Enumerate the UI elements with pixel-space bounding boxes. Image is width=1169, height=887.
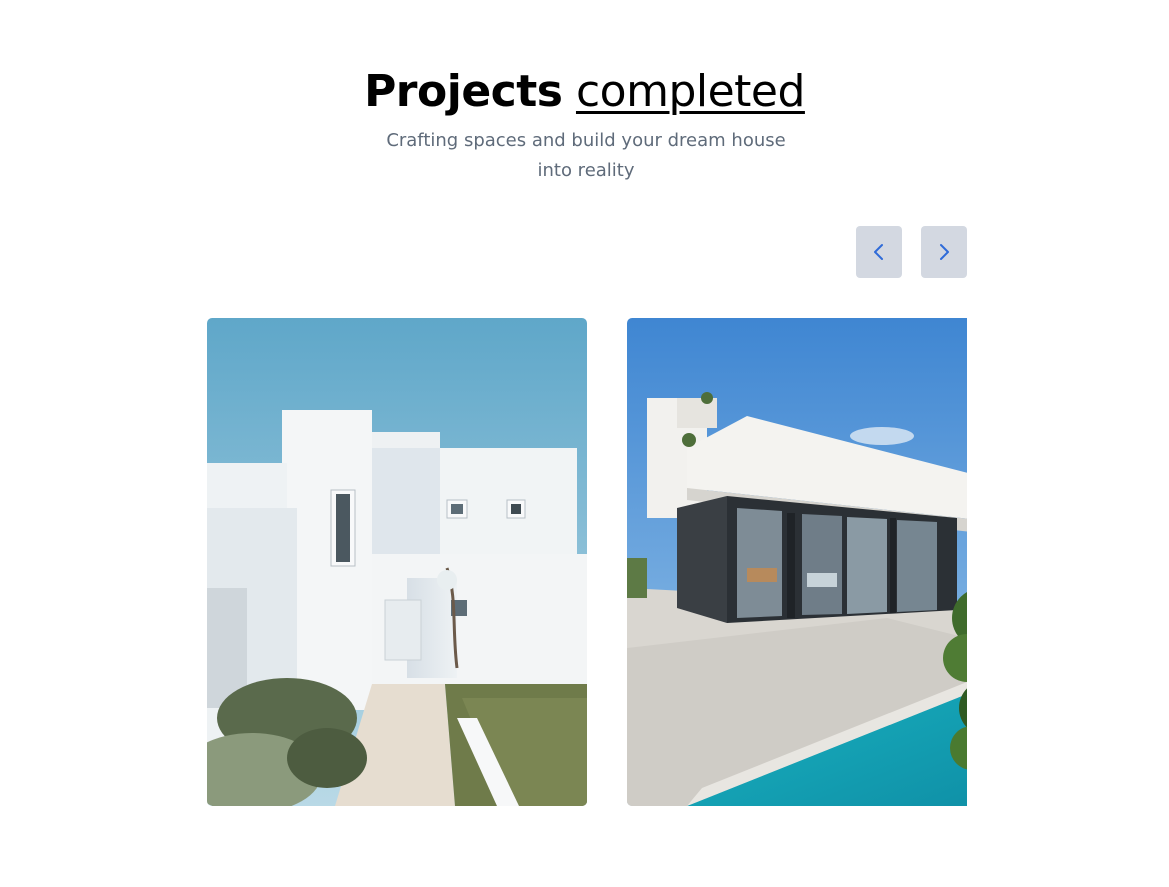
projects-carousel[interactable] [207, 318, 967, 806]
chevron-right-icon [940, 244, 949, 260]
title-strong: Projects [364, 66, 563, 117]
project-card[interactable] [627, 318, 967, 806]
white-house-photo [207, 318, 587, 806]
section-subtitle: Crafting spaces and build your dream hou… [386, 130, 786, 181]
projects-section: Projects completed Crafting spaces and b… [0, 0, 1169, 887]
title-accent: completed [575, 66, 805, 117]
page-title: Projects completed [0, 64, 1169, 120]
chevron-left-icon [874, 244, 883, 260]
carousel-prev-button[interactable] [856, 226, 902, 278]
project-card[interactable] [207, 318, 587, 806]
pool-villa-photo [627, 318, 967, 806]
carousel-next-button[interactable] [921, 226, 967, 278]
